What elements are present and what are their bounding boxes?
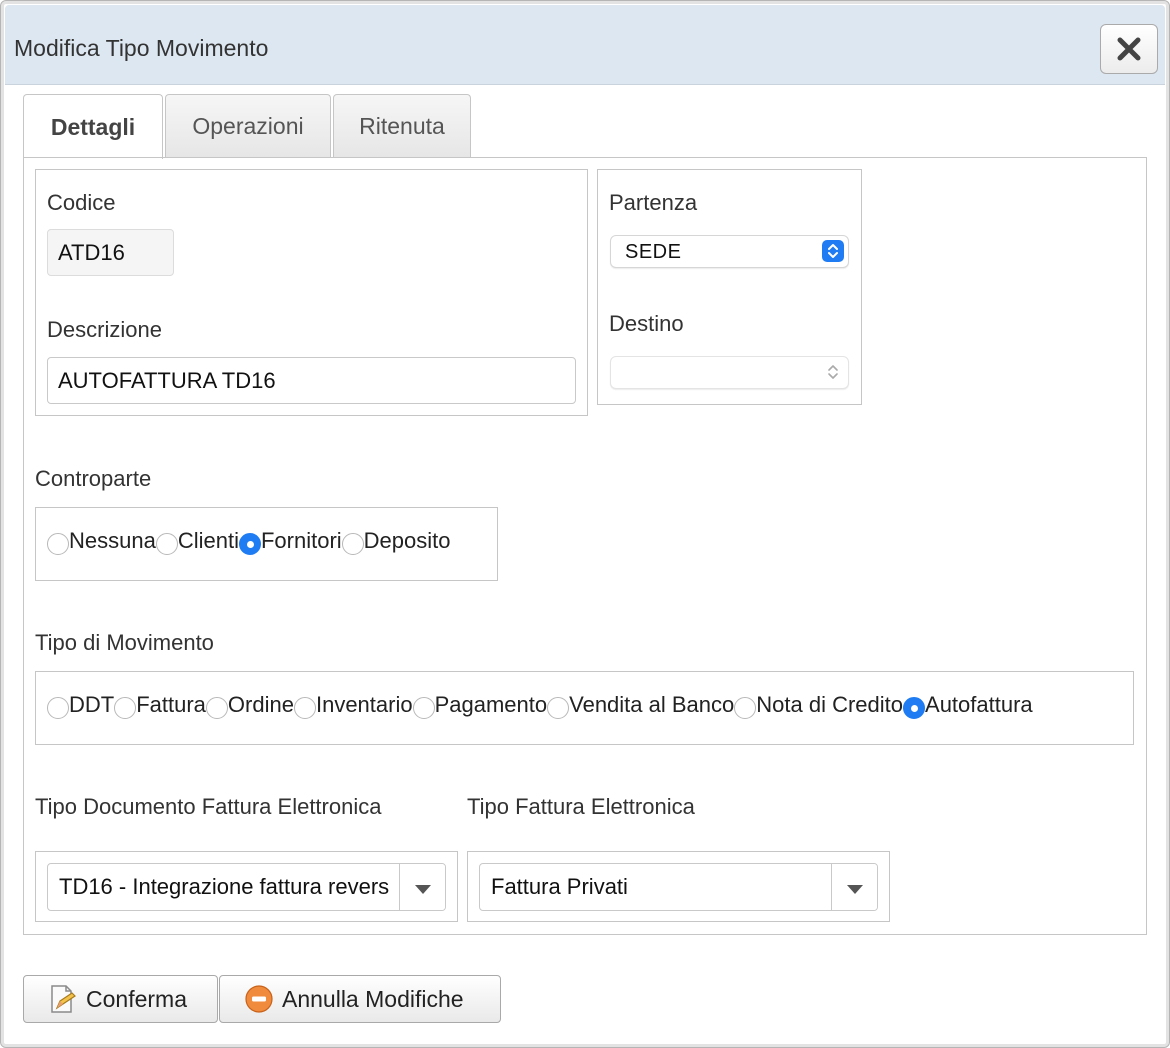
radio-label: Pagamento [434,692,548,717]
radio-label: Vendita al Banco [569,692,735,717]
tab-label: Ritenuta [359,113,445,139]
tab-operazioni[interactable]: Operazioni [165,94,331,158]
tipo-documento-fe-combobox[interactable]: TD16 - Integrazione fattura reverse char… [47,863,446,911]
tipo-fattura-fe-combobox[interactable]: Fattura Privati [479,863,878,911]
confirm-button-label: Conferma [86,985,187,1012]
tipo-documento-fe-label: Tipo Documento Fattura Elettronica [35,794,382,819]
radio-label: Deposito [363,528,451,553]
controparte-radio-fornitori[interactable] [238,533,261,555]
minus-circle-icon [244,984,274,1014]
dialog-titlebar[interactable]: Modifica Tipo Movimento [5,5,1165,85]
tab-label: Operazioni [192,113,304,139]
chevron-down-icon [414,884,431,894]
edit-document-icon [48,983,78,1015]
radio-label: Clienti [177,528,239,553]
destino-select[interactable] [610,356,849,389]
tipo-documento-fe-value: TD16 - Integrazione fattura reverse char… [59,874,389,899]
controparte-radio-row: Nessuna Clienti Fornitori Deposito [47,527,451,555]
tipo-movimento-radio-row: DDT Fattura Ordine Inventario Pagamento … [47,691,1033,719]
dropdown-arrow-button[interactable] [399,864,445,910]
controparte-radio-nessuna[interactable] [47,533,69,555]
tipo-fattura-fe-label: Tipo Fattura Elettronica [467,794,695,819]
radio-label: Nota di Credito [756,692,904,717]
chevron-down-icon [846,884,863,894]
destino-label: Destino [609,311,684,336]
cancel-changes-button-label: Annulla Modifiche [282,985,464,1012]
codice-field[interactable] [47,229,174,276]
radio-label: Autofattura [925,692,1033,717]
select-stepper-icon [822,240,844,262]
tipo-radio-fattura[interactable] [114,697,137,719]
tab-label: Dettagli [50,113,136,140]
tab-dettagli[interactable]: Dettagli [23,94,163,159]
select-stepper-icon [822,361,844,383]
dialog-title: Modifica Tipo Movimento [14,35,269,61]
partenza-select[interactable]: SEDE [610,235,849,268]
tipo-radio-nota-credito[interactable] [734,697,757,719]
tipo-radio-ddt[interactable] [47,697,69,719]
controparte-label: Controparte [35,466,152,491]
radio-label: DDT [69,692,115,717]
edit-movement-type-dialog: Modifica Tipo Movimento Dettagli Operazi… [0,0,1170,1048]
tipo-movimento-label: Tipo di Movimento [35,630,214,655]
dropdown-arrow-button[interactable] [831,864,877,910]
tipo-radio-pagamento[interactable] [412,697,435,719]
tab-ritenuta[interactable]: Ritenuta [333,94,471,158]
tipo-radio-autofattura[interactable] [903,697,926,719]
close-x-icon [1117,37,1141,61]
partenza-label: Partenza [609,190,698,215]
tipo-radio-vendita-banco[interactable] [547,697,570,719]
partenza-value: SEDE [625,241,682,263]
radio-label: Inventario [315,692,413,717]
controparte-radio-deposito[interactable] [341,533,364,555]
cancel-changes-button[interactable]: Annulla Modifiche [219,975,501,1023]
confirm-button[interactable]: Conferma [23,975,218,1023]
descrizione-label: Descrizione [47,317,162,342]
radio-label: Fornitori [260,528,342,553]
controparte-radio-clienti[interactable] [155,533,178,555]
descrizione-field[interactable] [47,357,576,404]
tipo-radio-inventario[interactable] [293,697,316,719]
radio-label: Ordine [227,692,294,717]
tipo-radio-ordine[interactable] [205,697,228,719]
tipo-fattura-fe-value: Fattura Privati [491,874,628,899]
radio-label: Fattura [136,692,206,717]
codice-label: Codice [47,190,116,215]
close-button[interactable] [1100,24,1158,74]
radio-label: Nessuna [69,528,156,553]
